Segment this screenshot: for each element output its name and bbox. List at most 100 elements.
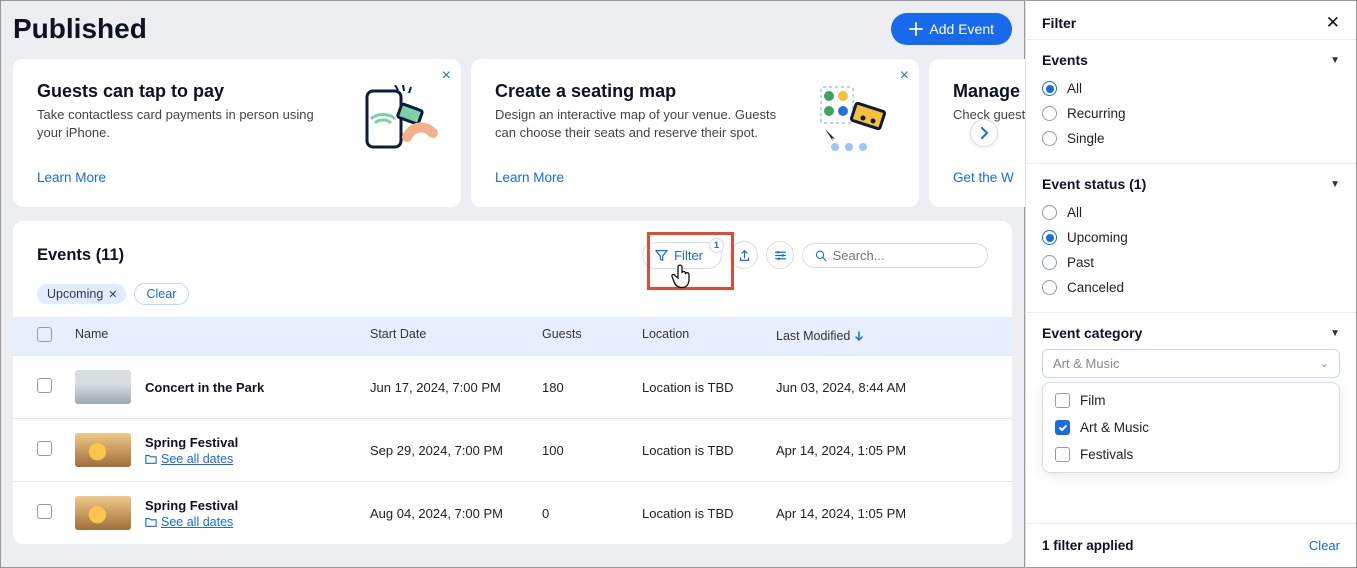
filter-button[interactable]: Filter 1: [642, 242, 722, 269]
option-label: Upcoming: [1067, 230, 1128, 245]
promo-cards-row: × Guests can tap to pay Take contactless…: [13, 59, 1012, 207]
plus-icon: [909, 22, 923, 36]
option-label: All: [1067, 205, 1082, 220]
option-label: Canceled: [1067, 280, 1124, 295]
card-tap-to-pay: × Guests can tap to pay Take contactless…: [13, 59, 461, 207]
learn-more-link[interactable]: Learn More: [37, 170, 437, 185]
checkbox-icon: [1055, 393, 1070, 408]
search-input[interactable]: [833, 248, 975, 263]
radio-icon: [1042, 81, 1057, 96]
category-option[interactable]: Art & Music: [1043, 414, 1339, 441]
section-label: Events: [1042, 52, 1088, 68]
tap-to-pay-icon: [361, 85, 439, 160]
cell-modified: Apr 14, 2024, 1:05 PM: [776, 506, 976, 521]
table-row[interactable]: Concert in the Park Jun 17, 2024, 7:00 P…: [13, 355, 1012, 418]
event-name: Spring Festival: [145, 498, 238, 513]
cell-guests: 100: [542, 443, 642, 458]
add-event-button[interactable]: Add Event: [891, 13, 1012, 45]
filter-section-status: Event status (1) ▼ All Upcoming Past Cancel…: [1026, 163, 1356, 312]
cell-start-date: Jun 17, 2024, 7:00 PM: [370, 380, 542, 395]
checkbox-icon: [1055, 420, 1070, 435]
col-start-date[interactable]: Start Date: [370, 327, 542, 345]
cell-guests: 0: [542, 506, 642, 521]
search-box[interactable]: [802, 243, 988, 268]
filter-option[interactable]: Single: [1042, 126, 1340, 151]
filter-option[interactable]: All: [1042, 76, 1340, 101]
seating-map-icon: [819, 85, 897, 160]
chevron-down-icon[interactable]: ▼: [1330, 328, 1340, 339]
table-row[interactable]: Spring FestivalSee all dates Aug 04, 202…: [13, 481, 1012, 544]
category-option[interactable]: Film: [1043, 387, 1339, 414]
option-label: Past: [1067, 255, 1094, 270]
category-placeholder: Art & Music: [1053, 356, 1119, 371]
option-label: Recurring: [1067, 106, 1126, 121]
row-checkbox[interactable]: [37, 441, 52, 456]
col-last-modified[interactable]: Last Modified: [776, 327, 976, 345]
checkbox-icon: [1055, 447, 1070, 462]
option-label: Single: [1067, 131, 1105, 146]
chevron-right-icon: [978, 127, 990, 139]
learn-more-link[interactable]: Learn More: [495, 170, 895, 185]
events-title: Events (11): [37, 246, 124, 265]
cell-modified: Jun 03, 2024, 8:44 AM: [776, 380, 976, 395]
chevron-down-icon[interactable]: ▼: [1330, 179, 1340, 190]
upload-icon: [738, 249, 751, 262]
customize-columns-button[interactable]: [766, 241, 794, 269]
option-label: Festivals: [1080, 447, 1133, 462]
col-guests[interactable]: Guests: [542, 327, 642, 345]
close-icon[interactable]: ×: [900, 67, 909, 85]
radio-icon: [1042, 230, 1057, 245]
filter-panel-title: Filter: [1042, 15, 1076, 31]
close-icon[interactable]: ×: [442, 67, 451, 85]
option-label: Film: [1080, 393, 1106, 408]
carousel-next-button[interactable]: [970, 119, 998, 147]
see-all-dates-link[interactable]: See all dates: [145, 452, 238, 466]
event-thumbnail: [75, 370, 131, 404]
chip-label: Upcoming: [47, 287, 103, 301]
category-dropdown: Film Art & Music Festivals: [1042, 382, 1340, 473]
select-all-checkbox[interactable]: [37, 327, 52, 342]
cell-modified: Apr 14, 2024, 1:05 PM: [776, 443, 976, 458]
filter-option[interactable]: Canceled: [1042, 275, 1340, 300]
event-name: Spring Festival: [145, 435, 238, 450]
filter-label: Filter: [674, 248, 703, 263]
section-label: Event status (1): [1042, 176, 1146, 192]
page-title: Published: [13, 13, 147, 45]
filter-option[interactable]: Recurring: [1042, 101, 1340, 126]
radio-icon: [1042, 280, 1057, 295]
radio-icon: [1042, 106, 1057, 121]
radio-icon: [1042, 205, 1057, 220]
category-select[interactable]: Art & Music ⌄: [1042, 349, 1340, 378]
card-desc: Take contactless card payments in person…: [37, 106, 327, 141]
event-name: Concert in the Park: [145, 380, 264, 395]
events-panel: Events (11) Filter 1: [13, 221, 1012, 544]
cell-start-date: Sep 29, 2024, 7:00 PM: [370, 443, 542, 458]
sort-desc-icon: [854, 331, 864, 341]
clear-filters-button[interactable]: Clear: [134, 283, 190, 305]
row-checkbox[interactable]: [37, 504, 52, 519]
close-icon[interactable]: ✕: [1326, 13, 1340, 33]
chevron-down-icon[interactable]: ▼: [1330, 55, 1340, 66]
sliders-icon: [774, 249, 787, 262]
category-option[interactable]: Festivals: [1043, 441, 1339, 468]
filter-icon: [655, 249, 668, 262]
cell-guests: 180: [542, 380, 642, 395]
export-button[interactable]: [730, 241, 758, 269]
filter-option[interactable]: All: [1042, 200, 1340, 225]
filter-chip-upcoming[interactable]: Upcoming ✕: [37, 284, 126, 304]
filter-option[interactable]: Upcoming: [1042, 225, 1340, 250]
table-header: Name Start Date Guests Location Last Mod…: [13, 317, 1012, 355]
see-all-dates-link[interactable]: See all dates: [145, 515, 238, 529]
table-row[interactable]: Spring Festival See all dates Sep 29, 202…: [13, 418, 1012, 481]
row-checkbox[interactable]: [37, 378, 52, 393]
radio-icon: [1042, 131, 1057, 146]
col-name[interactable]: Name: [75, 327, 370, 345]
filter-section-category: Event category ▼ Art & Music ⌄ Film Art &…: [1026, 312, 1356, 485]
filter-option[interactable]: Past: [1042, 250, 1340, 275]
chip-remove-icon[interactable]: ✕: [108, 288, 117, 301]
filter-count-badge: 1: [709, 238, 724, 253]
col-location[interactable]: Location: [642, 327, 776, 345]
filters-applied-label: 1 filter applied: [1042, 538, 1134, 553]
clear-all-filters-button[interactable]: Clear: [1309, 538, 1340, 553]
section-label: Event category: [1042, 325, 1142, 341]
